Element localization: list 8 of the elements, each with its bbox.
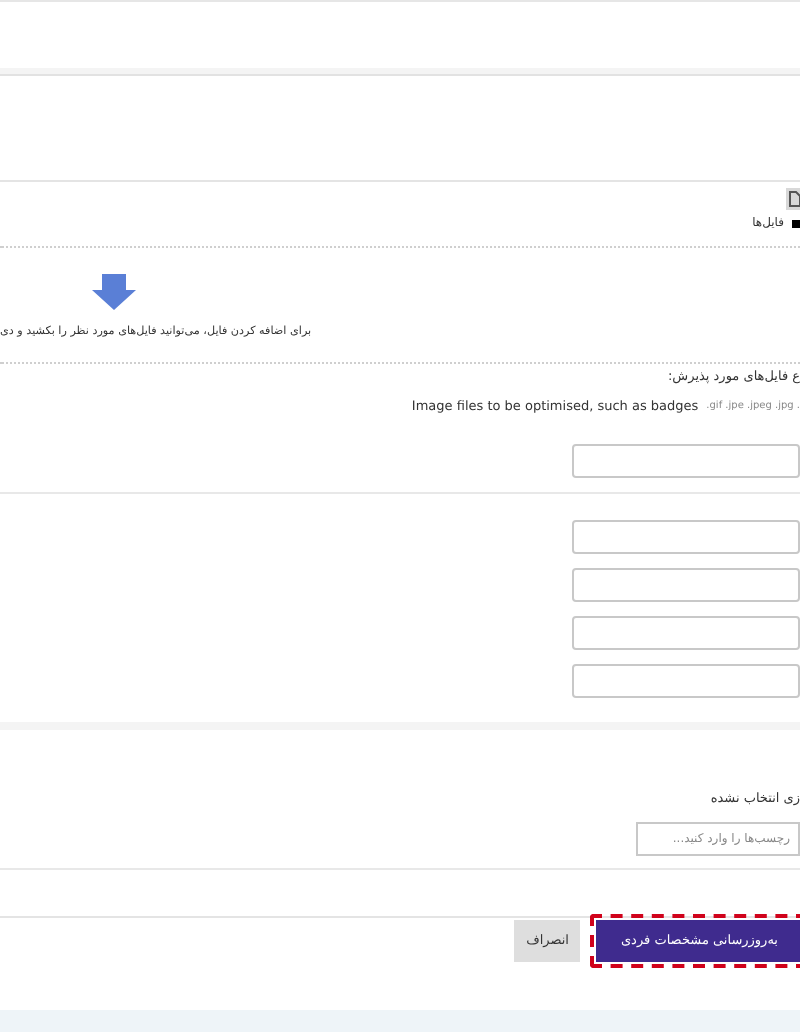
down-arrow-icon: [92, 274, 136, 310]
input-field[interactable]: [572, 567, 800, 601]
input-field[interactable]: [572, 519, 800, 553]
input-field[interactable]: [572, 443, 800, 477]
file-icon[interactable]: [786, 188, 800, 210]
input-field[interactable]: [572, 663, 800, 697]
bullet-icon: [792, 219, 800, 227]
input-field[interactable]: [572, 615, 800, 649]
